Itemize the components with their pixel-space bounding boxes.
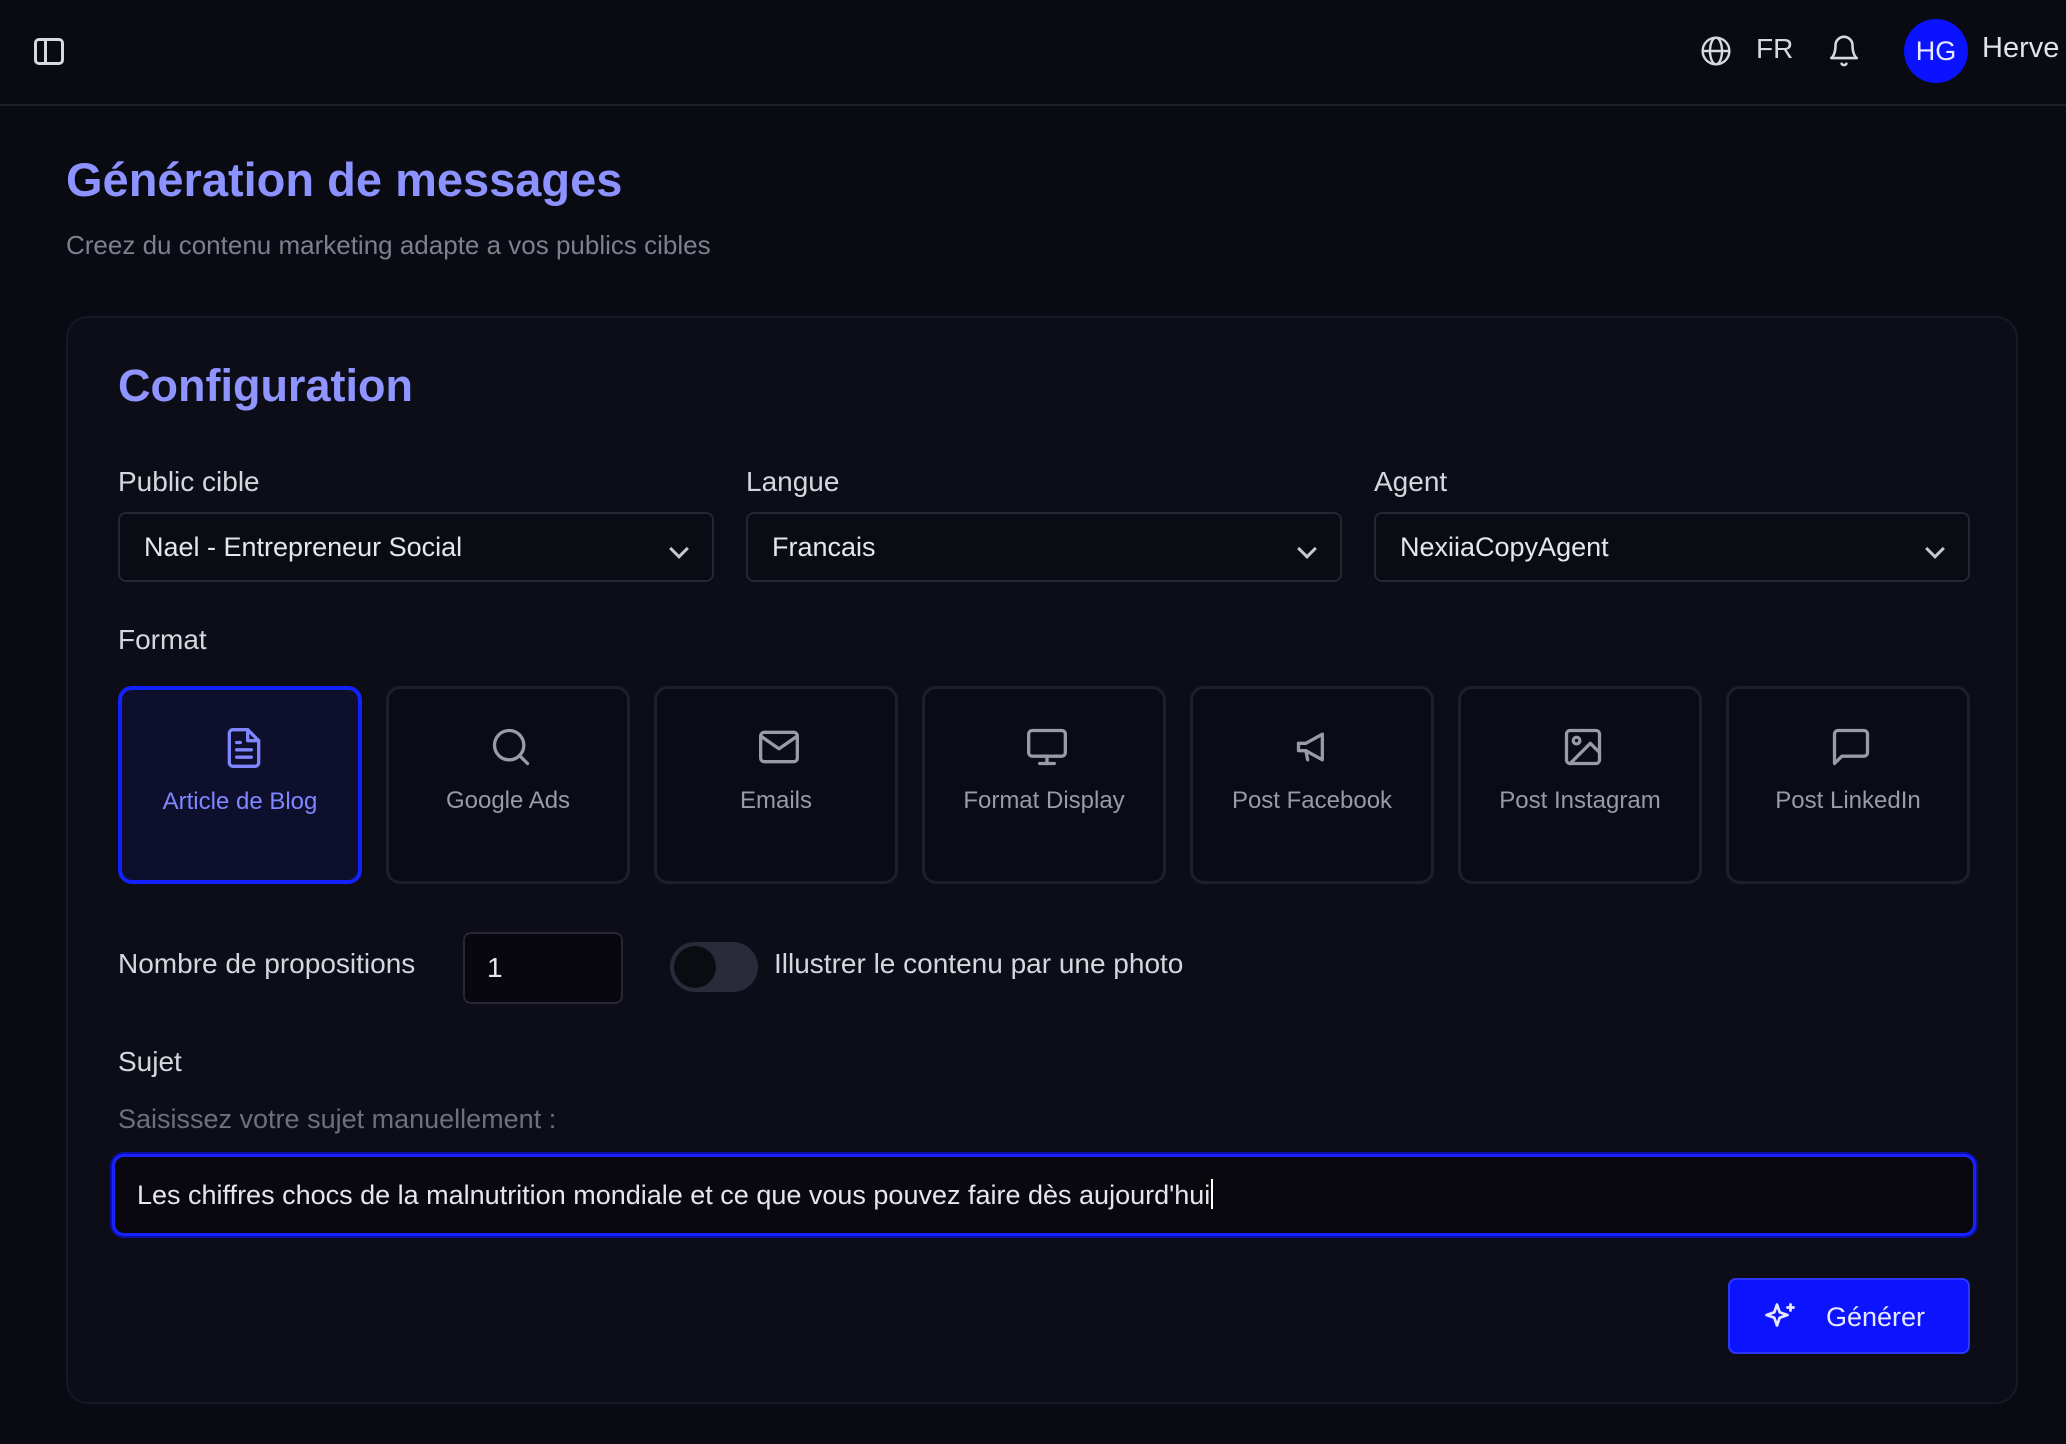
language-code[interactable]: FR bbox=[1756, 33, 1793, 65]
format-label-text: Format Display bbox=[963, 787, 1125, 814]
sujet-label: Sujet bbox=[118, 1046, 182, 1077]
user-name[interactable]: Herve bbox=[1982, 32, 2059, 65]
agent-value: NexiiaCopyAgent bbox=[1400, 532, 1609, 562]
subject-value: Les chiffres chocs de la malnutrition mo… bbox=[137, 1180, 1211, 1210]
chevron-down-icon bbox=[1925, 539, 1945, 559]
agent-label: Agent bbox=[1374, 466, 1448, 497]
format-label-text: Emails bbox=[739, 787, 812, 814]
langue-select[interactable]: Francais bbox=[746, 512, 1342, 582]
format-post-facebook[interactable]: Post Facebook bbox=[1190, 686, 1434, 884]
public-cible-value: Nael - Entrepreneur Social bbox=[144, 532, 463, 562]
format-label-text: Google Ads bbox=[445, 787, 571, 814]
page-subtitle: Creez du contenu marketing adapte a vos … bbox=[66, 230, 711, 260]
format-label-text: Post Facebook bbox=[1231, 787, 1393, 814]
sparkles-icon bbox=[1765, 1303, 1795, 1327]
message-square-icon bbox=[1832, 728, 1870, 766]
format-label: Format bbox=[118, 624, 207, 655]
avatar[interactable]: HG bbox=[1904, 19, 1968, 83]
format-label-text: Article de Blog bbox=[162, 788, 318, 815]
chevron-down-icon bbox=[669, 539, 689, 559]
configuration-card: Configuration Public cible Nael - Entrep… bbox=[66, 316, 2018, 1404]
format-google-ads[interactable]: Google Ads bbox=[386, 686, 630, 884]
subject-text-wrap: Les chiffres chocs de la malnutrition mo… bbox=[137, 1179, 1214, 1211]
agent-select[interactable]: NexiiaCopyAgent bbox=[1374, 512, 1970, 582]
langue-value: Francais bbox=[772, 532, 876, 562]
bell-icon[interactable] bbox=[1827, 33, 1861, 69]
page-title: Génération de messages bbox=[66, 153, 623, 206]
format-label-text: Post Instagram bbox=[1499, 787, 1661, 814]
sidebar-panel-icon[interactable] bbox=[34, 38, 64, 65]
image-icon bbox=[1564, 728, 1602, 766]
propositions-value: 1 bbox=[487, 952, 503, 983]
photo-toggle-label: Illustrer le contenu par une photo bbox=[774, 948, 1184, 979]
public-cible-label: Public cible bbox=[118, 466, 260, 497]
search-icon bbox=[492, 728, 530, 766]
langue-label: Langue bbox=[746, 466, 840, 497]
top-bar: FR HG Herve bbox=[0, 0, 2066, 106]
format-emails[interactable]: Emails bbox=[654, 686, 898, 884]
format-article-de-blog[interactable]: Article de Blog bbox=[118, 686, 362, 884]
format-label-text: Post LinkedIn bbox=[1775, 787, 1921, 814]
globe-icon[interactable] bbox=[1700, 35, 1732, 67]
card-title: Configuration bbox=[118, 360, 413, 411]
subject-input[interactable]: Les chiffres chocs de la malnutrition mo… bbox=[112, 1154, 1976, 1236]
monitor-icon bbox=[1027, 728, 1067, 766]
propositions-input[interactable]: 1 bbox=[463, 932, 623, 1004]
chevron-down-icon bbox=[1297, 539, 1317, 559]
generate-label: Générer bbox=[1826, 1302, 1926, 1332]
format-display[interactable]: Format Display bbox=[922, 686, 1166, 884]
document-icon bbox=[227, 728, 261, 768]
propositions-label: Nombre de propositions bbox=[118, 948, 416, 979]
megaphone-icon bbox=[1296, 732, 1324, 762]
mail-icon bbox=[759, 730, 799, 764]
generate-button[interactable]: Générer bbox=[1728, 1278, 1970, 1354]
format-post-instagram[interactable]: Post Instagram bbox=[1458, 686, 1702, 884]
public-cible-select[interactable]: Nael - Entrepreneur Social bbox=[118, 512, 714, 582]
format-post-linkedin[interactable]: Post LinkedIn bbox=[1726, 686, 1970, 884]
text-caret bbox=[1211, 1179, 1214, 1209]
toggle-knob bbox=[674, 946, 716, 988]
sujet-hint: Saisissez votre sujet manuellement : bbox=[118, 1104, 557, 1134]
photo-toggle[interactable] bbox=[670, 942, 758, 992]
